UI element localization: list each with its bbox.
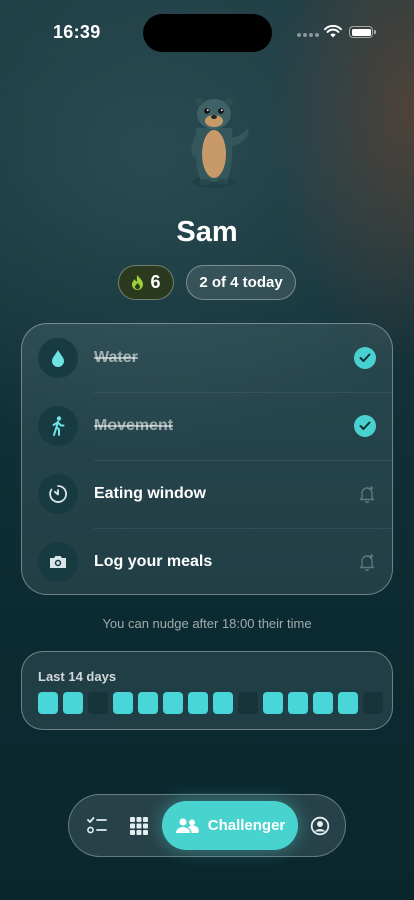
camera-icon — [38, 542, 78, 582]
task-row-movement[interactable]: Movement — [22, 392, 392, 460]
tab-bar: Challenger — [68, 794, 346, 857]
flame-icon — [132, 275, 144, 290]
day-cell — [213, 692, 233, 714]
bell-reminder-icon[interactable] — [358, 553, 376, 571]
wifi-icon — [324, 25, 342, 38]
task-label: Movement — [94, 417, 174, 434]
task-row-log-meals[interactable]: Log your meals — [22, 528, 392, 594]
checkmark-icon[interactable] — [354, 415, 376, 437]
history-card: Last 14 days — [21, 651, 393, 730]
day-cell — [163, 692, 183, 714]
profile-icon[interactable] — [308, 814, 332, 838]
today-progress-badge: 2 of 4 today — [186, 265, 296, 300]
day-cell — [363, 692, 383, 714]
otter-mascot-image — [191, 98, 249, 188]
grid-icon[interactable] — [127, 814, 151, 838]
streak-badge: 6 — [118, 265, 174, 300]
walking-person-icon — [38, 406, 78, 446]
task-label: Eating window — [94, 485, 206, 502]
profile-name: Sam — [176, 216, 238, 248]
day-cell — [88, 692, 108, 714]
daily-tasks-card: Water Movement Eating window Log your me… — [21, 323, 393, 595]
streak-count: 6 — [150, 272, 161, 292]
nudge-note: You can nudge after 18:00 their time — [102, 616, 312, 631]
dynamic-island — [143, 14, 272, 52]
day-cell — [188, 692, 208, 714]
status-time: 16:39 — [53, 22, 101, 42]
day-cell — [288, 692, 308, 714]
day-cell — [238, 692, 258, 714]
status-bar: 16:39 — [0, 0, 414, 60]
history-title: Last 14 days — [38, 669, 117, 684]
timer-icon — [38, 474, 78, 514]
task-label: Water — [94, 349, 138, 366]
battery-icon — [349, 26, 376, 38]
day-cell — [113, 692, 133, 714]
checkmark-icon[interactable] — [354, 347, 376, 369]
day-cell — [138, 692, 158, 714]
day-cell — [38, 692, 58, 714]
day-cell — [263, 692, 283, 714]
bell-reminder-icon[interactable] — [358, 485, 376, 503]
water-drop-icon — [38, 338, 78, 378]
day-grid — [38, 692, 383, 714]
day-cell — [338, 692, 358, 714]
tab-label: Challenger — [207, 817, 286, 834]
people-icon — [175, 818, 199, 833]
task-row-eating-window[interactable]: Eating window — [22, 460, 392, 528]
cellular-signal-icon — [297, 33, 319, 37]
task-row-water[interactable]: Water — [22, 324, 392, 392]
task-label: Log your meals — [94, 553, 213, 570]
checklist-icon[interactable] — [85, 814, 109, 838]
day-cell — [63, 692, 83, 714]
tab-challenger[interactable]: Challenger — [162, 801, 298, 850]
day-cell — [313, 692, 333, 714]
